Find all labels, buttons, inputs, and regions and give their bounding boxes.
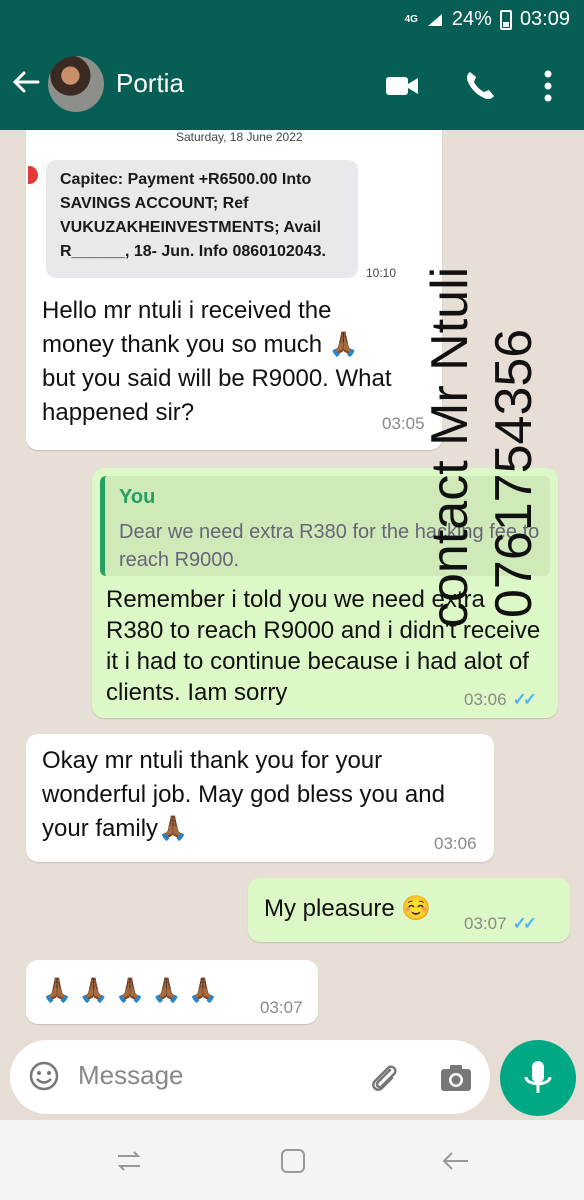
microphone-icon <box>524 1061 552 1093</box>
watermark-line-2: 0761754356 <box>485 328 543 618</box>
contact-avatar[interactable] <box>48 56 104 112</box>
message-time: 03:06 <box>434 834 477 853</box>
contact-name[interactable]: Portia <box>116 68 184 99</box>
back-arrow-icon[interactable] <box>10 66 42 98</box>
screenshot-date: Saturday, 18 June 2022 <box>176 130 303 144</box>
watermark-line-1: contact Mr Ntuli <box>421 266 479 628</box>
status-bar: 4G 24% 03:09 <box>0 0 584 40</box>
home-icon[interactable] <box>276 1144 310 1178</box>
voice-message-button[interactable] <box>500 1040 576 1116</box>
message-text: 🙏🏾 🙏🏾 🙏🏾 🙏🏾 🙏🏾 <box>42 977 219 1004</box>
quote-author: You <box>119 486 156 508</box>
read-receipt-icon: ✓✓ <box>512 690 537 709</box>
more-options-icon[interactable] <box>530 68 566 104</box>
status-time: 03:09 <box>519 8 570 30</box>
message-incoming[interactable]: Okay mr ntuli thank you for your wonderf… <box>26 734 494 862</box>
sms-text: Capitec: Payment +R6500.00 Into SAVINGS … <box>60 171 326 260</box>
message-time: 03:06 ✓✓ <box>464 690 537 709</box>
chat-header: Portia <box>0 40 584 130</box>
battery-icon <box>499 9 512 30</box>
network-indicator: 4G <box>404 13 418 25</box>
message-outgoing[interactable]: My pleasure ☺️ 03:07 ✓✓ <box>248 878 570 942</box>
message-time: 03:07 ✓✓ <box>464 914 537 933</box>
message-time: 03:07 <box>260 998 303 1017</box>
read-receipt-icon: ✓✓ <box>512 914 537 933</box>
back-nav-icon[interactable] <box>438 1144 472 1178</box>
recent-apps-icon[interactable] <box>112 1144 146 1178</box>
message-text: My pleasure ☺️ <box>264 895 432 922</box>
message-incoming[interactable]: 🙏🏾 🙏🏾 🙏🏾 🙏🏾 🙏🏾 03:07 <box>26 960 318 1024</box>
message-text: Hello mr ntuli i received the money than… <box>42 297 392 426</box>
sms-screenshot-image[interactable]: Saturday, 18 June 2022 Capitec: Payment … <box>26 130 416 280</box>
message-text: Okay mr ntuli thank you for your wonderf… <box>42 747 445 842</box>
attachment-icon[interactable] <box>366 1060 400 1094</box>
watermark-overlay: contact Mr Ntuli 0761754356 <box>420 258 570 658</box>
message-time: 03:05 <box>382 414 425 433</box>
battery-percent: 24% <box>451 8 492 30</box>
system-nav-bar <box>0 1120 584 1200</box>
video-call-icon[interactable] <box>384 68 420 104</box>
message-composer[interactable]: Message <box>10 1040 490 1114</box>
camera-icon[interactable] <box>438 1060 474 1096</box>
signal-icon <box>427 13 442 26</box>
message-input[interactable]: Message <box>78 1060 184 1091</box>
unread-marker <box>28 166 38 184</box>
message-incoming[interactable]: Saturday, 18 June 2022 Capitec: Payment … <box>26 130 442 450</box>
emoji-icon[interactable] <box>28 1060 60 1092</box>
phone-call-icon[interactable] <box>462 68 498 104</box>
chat-area[interactable]: Saturday, 18 June 2022 Capitec: Payment … <box>0 130 584 1040</box>
sms-time: 10:10 <box>366 266 397 280</box>
